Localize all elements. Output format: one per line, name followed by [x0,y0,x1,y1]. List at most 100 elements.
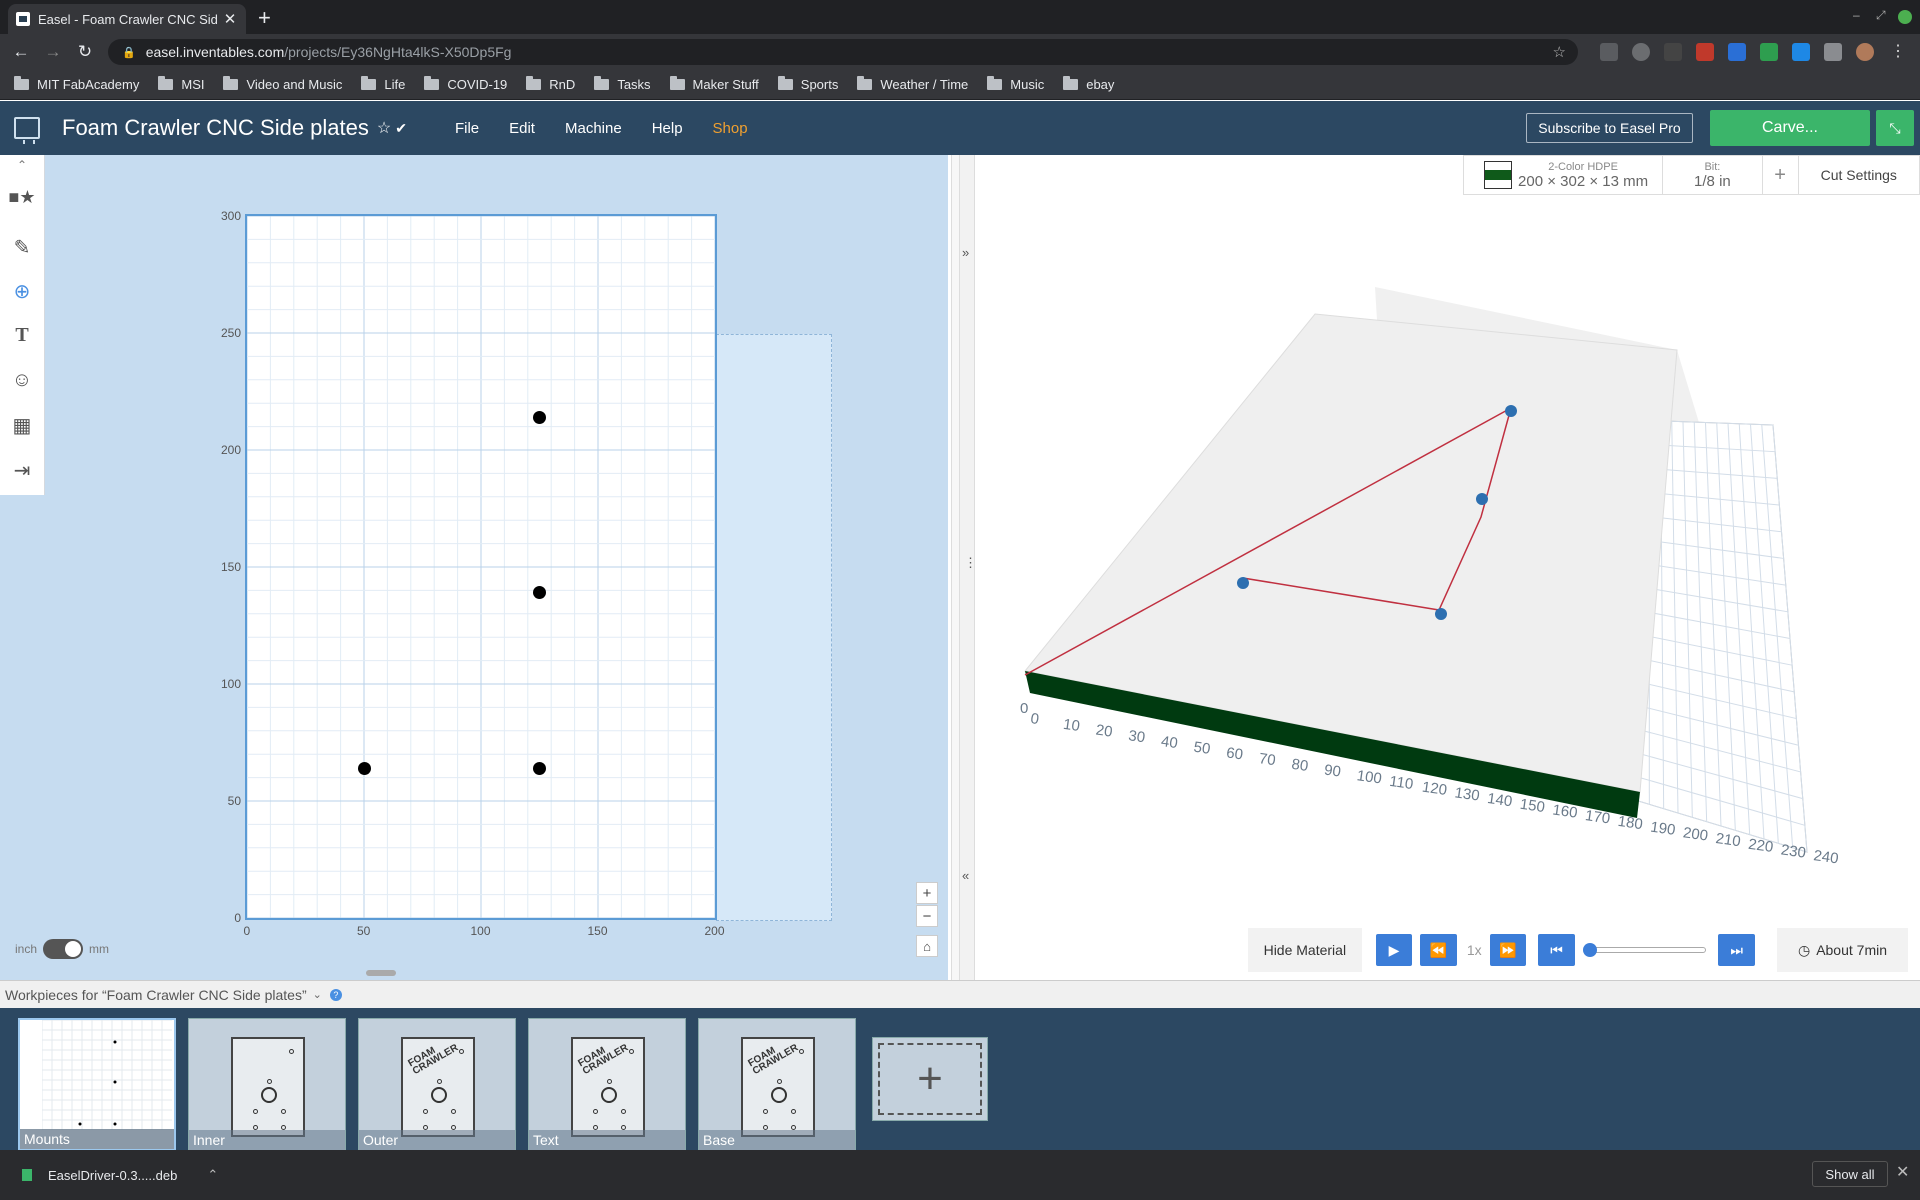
expand-left-icon[interactable]: « [962,868,969,883]
show-all-button[interactable]: Show all [1812,1161,1888,1187]
menu-edit[interactable]: Edit [509,120,535,137]
download-item[interactable]: EaselDriver-0.3.....deb ⌃ [22,1167,218,1183]
menu-machine[interactable]: Machine [565,120,622,137]
new-tab-button[interactable]: + [258,5,271,31]
menu-help[interactable]: Help [652,120,683,137]
extensions-puzzle-icon[interactable] [1824,43,1842,61]
extension-cloud-icon[interactable] [1632,43,1650,61]
import-tool-icon[interactable]: ⇥ [8,456,36,484]
bookmark-item[interactable]: Maker Stuff [669,76,759,92]
plate-hole [289,1049,294,1054]
chevron-up-icon[interactable]: ⌃ [207,1167,218,1183]
workpiece-thumbnail[interactable]: FOAM CRAWLER Text [528,1018,686,1151]
workpieces-collapse-icon[interactable]: ⌄ [313,988,322,1001]
collapse-tools-icon[interactable]: ⌃ [8,155,36,175]
add-bit-button[interactable]: + [1763,156,1799,194]
help-icon[interactable]: ? [329,988,342,1001]
workpiece-grid[interactable] [245,214,717,920]
project-title[interactable]: Foam Crawler CNC Side plates [62,115,369,141]
browser-menu-icon[interactable]: ⋮ [1890,41,1908,60]
bookmark-item[interactable]: Music [987,76,1044,92]
add-workpiece-button[interactable]: + [872,1037,988,1121]
drill-hole[interactable] [533,410,546,424]
extension-glasses-icon[interactable] [1664,43,1682,61]
easel-logo-icon[interactable] [14,117,40,144]
menu-file[interactable]: File [455,120,479,137]
subscribe-pro-button[interactable]: Subscribe to Easel Pro [1526,113,1693,143]
drill-hole[interactable] [357,761,371,775]
shapes-tool-icon[interactable]: ■★ [8,183,36,211]
material-select[interactable]: 2-Color HDPE 200 × 302 × 13 mm [1464,156,1664,194]
cut-settings-button[interactable]: Cut Settings [1799,156,1919,194]
bit-select[interactable]: Bit: 1/8 in [1663,156,1763,194]
reload-icon[interactable]: ↻ [74,41,96,63]
profile-avatar[interactable] [1856,43,1874,61]
minimize-window-icon[interactable]: – [1853,8,1860,22]
menu-shop[interactable]: Shop [713,120,748,137]
close-download-bar-icon[interactable]: ✕ [1896,1162,1909,1182]
bookmark-item[interactable]: ebay [1063,76,1114,92]
close-tab-icon[interactable]: ✕ [222,10,238,28]
skip-to-end-icon[interactable]: ⏭ [1718,934,1755,966]
pen-tool-icon[interactable]: ✎ [8,233,36,261]
bookmark-item[interactable]: Tasks [594,76,651,92]
hide-material-button[interactable]: Hide Material [1248,928,1362,972]
zoom-in-button[interactable]: + [916,882,938,904]
apps-tool-icon[interactable]: ▦ [8,411,36,439]
rewind-icon[interactable]: ⏪ [1420,934,1457,966]
y-axis-tick: 100 [220,677,241,691]
carve-button[interactable]: Carve... [1710,110,1870,146]
plate-hole [459,1049,464,1054]
unit-toggle[interactable]: inch mm [15,939,109,959]
extension-adblock-icon[interactable] [1696,43,1714,61]
fullscreen-expand-icon[interactable]: ⤡ [1876,110,1914,146]
zoom-out-button[interactable]: − [916,905,938,927]
workpiece-thumbnail[interactable]: Mounts [18,1018,176,1151]
bookmark-item[interactable]: MIT FabAcademy [14,76,139,92]
workpiece-thumbnail[interactable]: FOAM CRAWLER Outer [358,1018,516,1151]
workpiece-thumbnail[interactable]: FOAM CRAWLER Base [698,1018,856,1151]
panel-splitter[interactable]: » ⋮ « [959,155,977,980]
extension-sa-icon[interactable] [1600,43,1618,61]
text-tool-icon[interactable]: T [8,321,36,349]
bookmark-item[interactable]: Weather / Time [857,76,968,92]
bookmark-item[interactable]: COVID-19 [424,76,507,92]
bookmark-label: Video and Music [246,77,343,92]
bookmark-star-icon[interactable]: ☆ [1553,43,1566,61]
preview-x-tick: 150 [1519,796,1546,816]
back-icon[interactable]: ← [10,41,32,63]
bookmark-item[interactable]: MSI [158,76,204,92]
3d-preview-scene: 0 10 20 30 40 50 60 70 80 90 100 110 120 130 140 150 160… [1020,287,1840,867]
close-window-icon[interactable] [1898,10,1912,24]
workpiece-thumbnail[interactable]: Inner [188,1018,346,1151]
extension-layers-icon[interactable] [1728,43,1746,61]
extension-s-icon[interactable] [1792,43,1810,61]
point-tool-icon[interactable]: ⊕ [8,277,36,305]
unit-switch[interactable] [43,939,84,959]
expand-right-icon[interactable]: » [962,245,969,260]
drill-hole[interactable] [533,761,546,775]
home-view-icon[interactable]: ⌂ [916,935,938,957]
y-axis-tick: 50 [227,794,241,808]
restore-window-icon[interactable]: ⤢ [1876,8,1886,23]
bookmark-item[interactable]: RnD [526,76,575,92]
3d-preview[interactable]: 0 10 20 30 40 50 60 70 80 90 100 110 120 130 140 150 160… [975,155,1920,980]
fast-forward-icon[interactable]: ⏩ [1489,934,1527,966]
design-horizontal-scrollbar[interactable] [0,965,948,980]
progress-slider[interactable] [1582,943,1707,957]
preview-x-tick: 100 [1356,767,1383,787]
bookmark-item[interactable]: Life [361,76,405,92]
browser-tab[interactable]: Easel - Foam Crawler CNC Sid ✕ [8,4,246,34]
address-bar[interactable]: 🔒 easel.inventables.com/projects/Ey36NgH… [108,39,1578,65]
skip-to-start-icon[interactable]: ⏮ [1538,934,1575,966]
forward-icon[interactable]: → [42,41,64,63]
progress-knob[interactable] [1582,943,1597,957]
bookmark-item[interactable]: Sports [777,76,838,92]
play-icon[interactable]: ▶ [1375,934,1413,966]
playback-speed[interactable]: 1x [1467,942,1482,958]
estimated-time-button[interactable]: ◷ About 7min [1777,928,1908,972]
favorite-star-icon[interactable]: ☆ [377,118,391,138]
bookmark-item[interactable]: Video and Music [223,76,343,92]
extension-shield-icon[interactable] [1760,43,1778,61]
icon-library-tool-icon[interactable]: ☺ [8,366,36,394]
